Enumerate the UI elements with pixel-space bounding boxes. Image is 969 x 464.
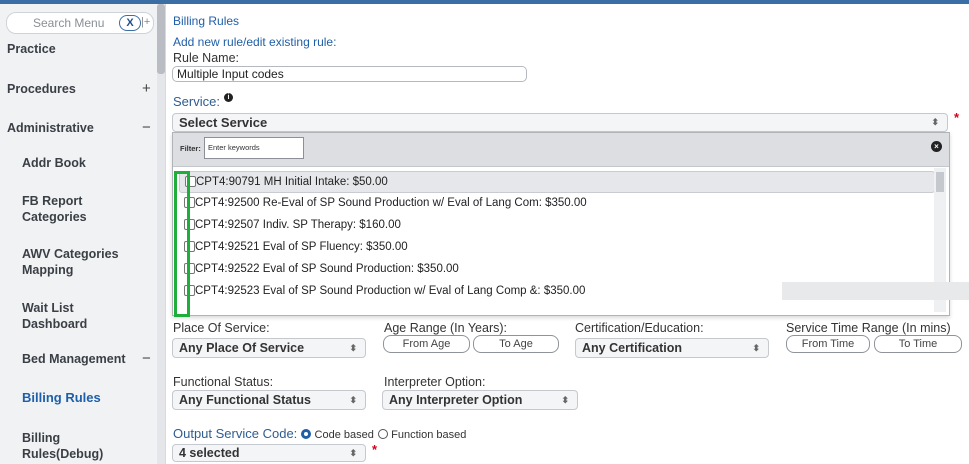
service-option[interactable]: CPT4:92507 Indiv. SP Therapy: $160.00	[179, 215, 933, 235]
close-icon[interactable]: ×	[931, 141, 942, 152]
code-based-radio[interactable]	[300, 429, 311, 439]
certification-label: Certification/Education:	[575, 321, 704, 335]
from-age-input[interactable]: From Age	[383, 335, 470, 353]
option-label: CPT4:92523 Eval of SP Sound Production w…	[195, 285, 586, 297]
select-arrow-icon: ⬍	[349, 343, 357, 353]
functional-status-select[interactable]: Any Functional Status ⬍	[172, 390, 366, 410]
sidebar-item-wait-list-dashboard[interactable]: Wait List Dashboard	[22, 300, 142, 332]
collapse-icon[interactable]: −	[142, 119, 151, 136]
interpreter-label: Interpreter Option:	[384, 375, 486, 389]
place-of-service-value: Any Place Of Service	[179, 341, 305, 355]
sidebar-item-billing-rules[interactable]: Billing Rules	[22, 390, 101, 405]
sidebar-item-bed-management[interactable]: Bed Management	[22, 352, 126, 366]
sidebar-item-billing-rules-debug[interactable]: Billing Rules(Debug)	[22, 430, 132, 462]
page-title: Billing Rules	[173, 14, 240, 28]
age-range-label: Age Range (In Years):	[384, 321, 507, 335]
sidebar-item-awv-categories-mapping[interactable]: AWV Categories Mapping	[22, 246, 142, 278]
filter-bar: Filter: Enter keywords ×	[173, 133, 949, 167]
rule-name-label: Rule Name:	[173, 51, 239, 65]
output-service-code-row: Output Service Code: Code based Function…	[173, 426, 466, 441]
option-label: CPT4:92507 Indiv. SP Therapy: $160.00	[195, 219, 401, 231]
sidebar-scrollbar[interactable]	[157, 4, 165, 464]
place-of-service-label: Place Of Service:	[173, 321, 270, 335]
option-label: CPT4:90791 MH Initial Intake: $50.00	[196, 176, 388, 188]
to-time-input[interactable]: To Time	[874, 335, 962, 353]
option-label: CPT4:92521 Eval of SP Fluency: $350.00	[195, 241, 408, 253]
select-arrow-icon: ⬍	[561, 395, 569, 405]
option-label: CPT4:92522 Eval of SP Sound Production: …	[195, 263, 459, 275]
service-option[interactable]: CPT4:92500 Re-Eval of SP Sound Productio…	[179, 193, 933, 213]
sidebar-item-practice[interactable]: Practice	[7, 42, 56, 56]
search-menu-input[interactable]: Search Menu X |+	[6, 12, 154, 34]
interpreter-value: Any Interpreter Option	[389, 393, 523, 407]
output-service-select[interactable]: 4 selected ⬍	[172, 444, 366, 462]
expand-icon[interactable]: +	[142, 80, 151, 97]
search-placeholder: Search Menu	[33, 16, 105, 30]
form-subtitle: Add new rule/edit existing rule:	[173, 35, 337, 49]
background-strip	[782, 282, 969, 300]
to-age-input[interactable]: To Age	[473, 335, 559, 353]
sidebar-item-addr-book[interactable]: Addr Book	[22, 156, 86, 170]
output-select-value: 4 selected	[179, 446, 240, 460]
option-label: CPT4:92500 Re-Eval of SP Sound Productio…	[195, 197, 587, 209]
interpreter-select[interactable]: Any Interpreter Option ⬍	[382, 390, 578, 410]
function-based-radio[interactable]	[377, 429, 388, 439]
functional-status-value: Any Functional Status	[179, 393, 311, 407]
filter-label: Filter:	[180, 144, 201, 153]
sidebar-item-procedures[interactable]: Procedures	[7, 82, 76, 96]
checkbox-highlight-box	[174, 171, 190, 317]
from-time-input[interactable]: From Time	[786, 335, 870, 353]
clear-search-button[interactable]: X	[119, 15, 141, 31]
select-arrow-icon: ⬍	[752, 343, 760, 353]
select-arrow-icon: ⬍	[349, 395, 357, 405]
service-option[interactable]: CPT4:92521 Eval of SP Fluency: $350.00	[179, 237, 933, 257]
service-option[interactable]: CPT4:90791 MH Initial Intake: $50.00	[179, 171, 935, 193]
info-icon[interactable]: i	[224, 93, 233, 102]
rule-name-input[interactable]: Multiple Input codes	[172, 66, 527, 82]
select-arrow-icon: ⬍	[349, 448, 357, 458]
output-service-code-label: Output Service Code:	[173, 426, 298, 441]
sidebar-item-administrative[interactable]: Administrative	[7, 121, 94, 135]
scrollbar-thumb[interactable]	[157, 4, 165, 74]
service-label: Service:	[173, 94, 220, 109]
collapse-icon[interactable]: −	[142, 350, 151, 367]
place-of-service-select[interactable]: Any Place Of Service ⬍	[172, 338, 366, 358]
certification-value: Any Certification	[582, 341, 683, 355]
sidebar-item-fb-report-categories[interactable]: FB Report Categories	[22, 193, 142, 225]
function-based-label: Function based	[391, 429, 467, 441]
scrollbar-thumb[interactable]	[936, 172, 944, 192]
required-marker: *	[372, 442, 378, 457]
sidebar: Search Menu X |+ Practice Procedures + A…	[0, 4, 166, 464]
select-arrow-icon: ⬍	[931, 117, 939, 127]
certification-select[interactable]: Any Certification ⬍	[575, 338, 769, 358]
pin-icon[interactable]: |+	[141, 16, 150, 28]
service-select-value: Select Service	[179, 115, 268, 130]
code-based-label: Code based	[314, 429, 374, 441]
service-time-label: Service Time Range (In mins)	[786, 321, 951, 335]
functional-status-label: Functional Status:	[173, 375, 274, 389]
required-marker: *	[954, 110, 960, 125]
service-option[interactable]: CPT4:92522 Eval of SP Sound Production: …	[179, 259, 933, 279]
filter-input[interactable]: Enter keywords	[204, 137, 304, 159]
main-panel: Billing Rules Add new rule/edit existing…	[166, 4, 969, 464]
service-select[interactable]: Select Service ⬍	[172, 113, 948, 132]
